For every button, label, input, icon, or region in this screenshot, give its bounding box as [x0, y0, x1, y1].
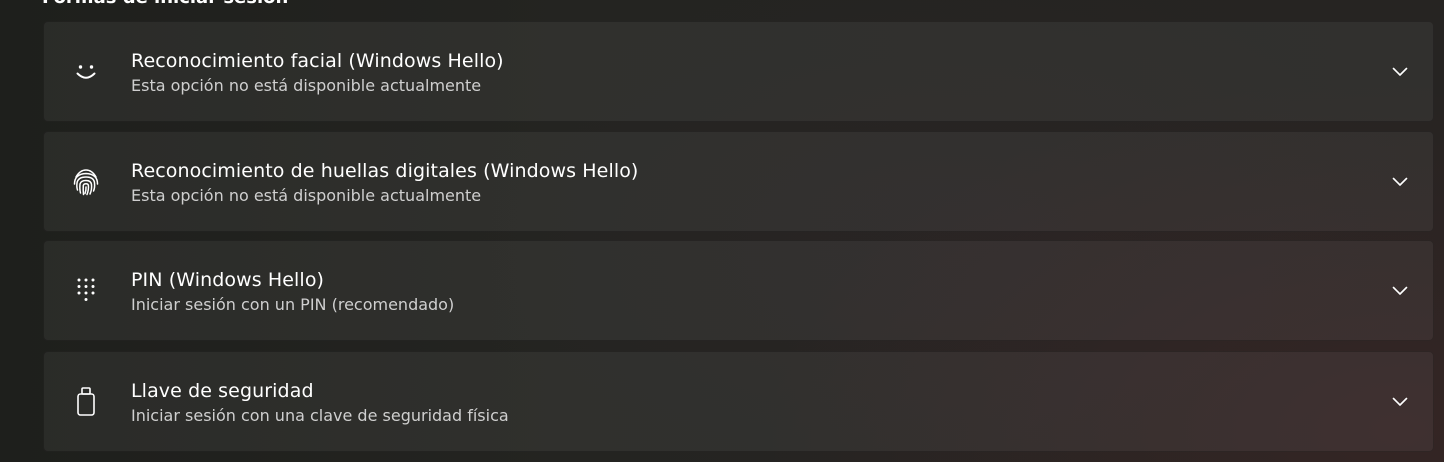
- option-subtitle: Esta opción no está disponible actualmen…: [131, 76, 482, 95]
- fingerprint-icon: [71, 167, 101, 197]
- option-subtitle: Iniciar sesión con una clave de segurida…: [131, 406, 509, 425]
- option-facial-recognition[interactable]: Reconocimiento facial (Windows Hello) Es…: [43, 21, 1434, 122]
- option-title: Reconocimiento facial (Windows Hello): [131, 50, 504, 72]
- option-security-key[interactable]: Llave de seguridad Iniciar sesión con un…: [43, 351, 1434, 452]
- chevron-down-icon[interactable]: [1391, 176, 1409, 188]
- option-fingerprint[interactable]: Reconocimiento de huellas digitales (Win…: [43, 131, 1434, 232]
- option-subtitle: Iniciar sesión con un PIN (recomendado): [131, 295, 455, 314]
- section-heading: Formas de iniciar sesión: [42, 0, 288, 8]
- option-title: Llave de seguridad: [131, 380, 314, 402]
- face-icon: [71, 57, 101, 87]
- keypad-icon: [71, 276, 101, 306]
- option-subtitle: Esta opción no está disponible actualmen…: [131, 186, 482, 205]
- option-title: Reconocimiento de huellas digitales (Win…: [131, 160, 639, 182]
- chevron-down-icon[interactable]: [1391, 285, 1409, 297]
- usb-key-icon: [71, 386, 101, 417]
- chevron-down-icon[interactable]: [1391, 66, 1409, 78]
- chevron-down-icon[interactable]: [1391, 396, 1409, 408]
- option-pin[interactable]: PIN (Windows Hello) Iniciar sesión con u…: [43, 240, 1434, 341]
- option-title: PIN (Windows Hello): [131, 269, 325, 291]
